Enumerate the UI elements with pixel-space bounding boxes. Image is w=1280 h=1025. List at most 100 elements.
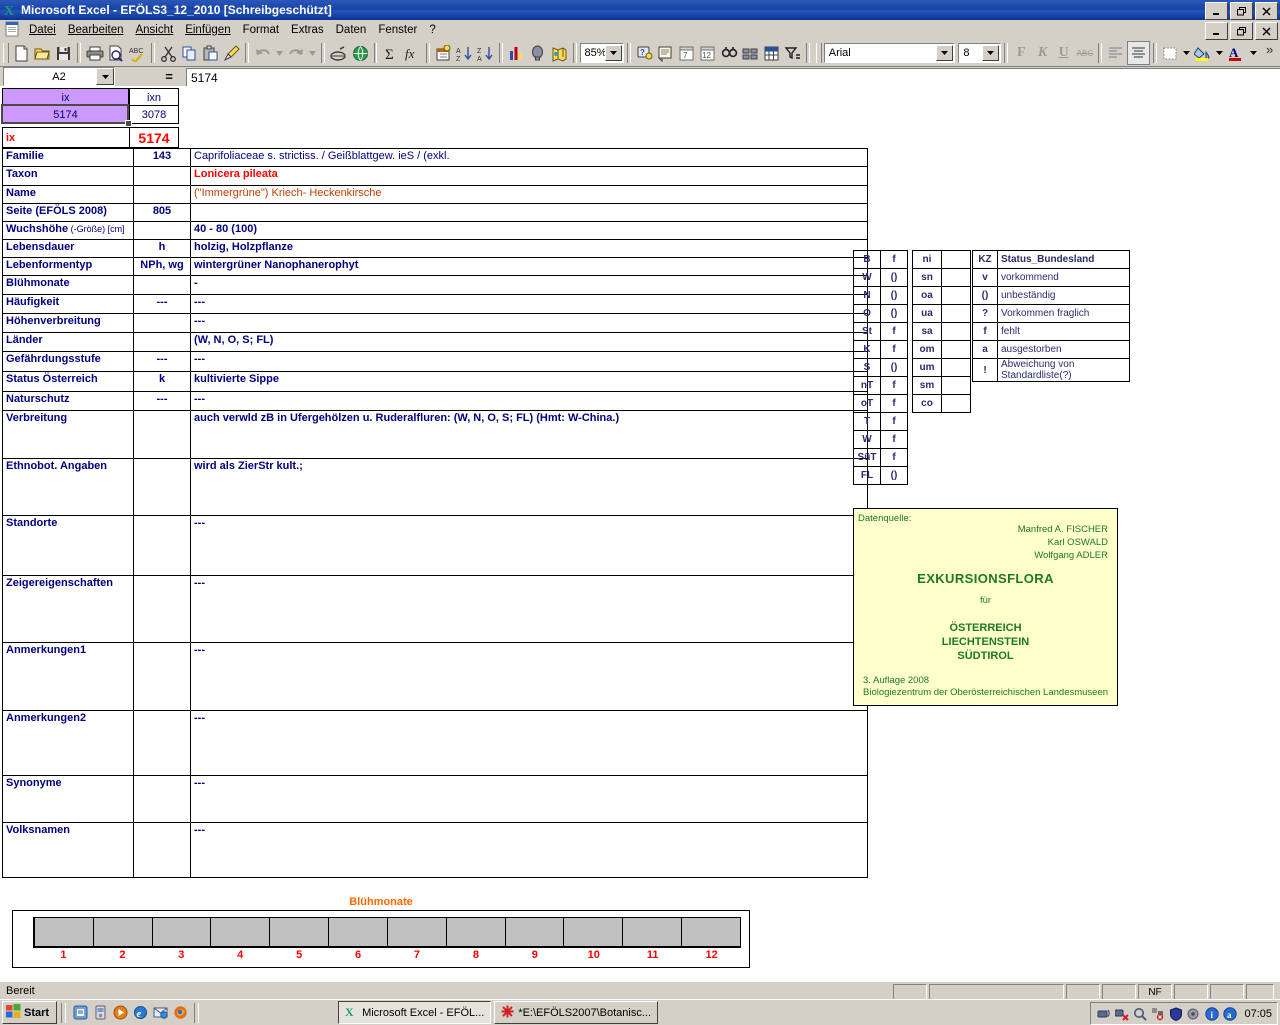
- menu-item-einfuegen[interactable]: Einfügen: [179, 22, 236, 38]
- record-code-cell[interactable]: [133, 822, 191, 878]
- record-label-cell[interactable]: Status Österreich: [2, 371, 134, 392]
- record-code-cell[interactable]: [133, 221, 191, 240]
- plant-record-row[interactable]: Anmerkungen1 ---: [2, 642, 868, 711]
- italic-button[interactable]: K: [1032, 42, 1053, 64]
- workbook-icon[interactable]: [3, 21, 23, 39]
- bluehmonate-chart[interactable]: 1 2 3 4 5 6 7 8 9 10 11 12: [12, 910, 750, 968]
- drawing-icon[interactable]: [527, 42, 548, 64]
- record-code-cell[interactable]: [133, 458, 191, 516]
- split-window-icon[interactable]: [740, 42, 761, 64]
- record-label-cell[interactable]: Ethnobot. Angaben: [2, 458, 134, 516]
- record-value-cell[interactable]: ("Immergrüne") Kriech- Heckenkirsche: [190, 185, 868, 204]
- record-label-cell[interactable]: Höhenverbreitung: [2, 313, 134, 333]
- bundesland-code-row[interactable]: S(): [853, 358, 908, 377]
- taskbar-item-excel[interactable]: X Microsoft Excel - EFÖL...: [338, 1001, 492, 1024]
- region-code-row[interactable]: um: [912, 358, 971, 377]
- status-bundesland-row[interactable]: a ausgestorben: [972, 340, 1130, 359]
- record-code-cell[interactable]: [133, 410, 191, 459]
- underline-button[interactable]: U: [1053, 42, 1074, 64]
- formula-input[interactable]: 5174: [186, 68, 1280, 86]
- menu-item-help[interactable]: ?: [423, 22, 441, 38]
- font-color-dropdown-icon[interactable]: [1247, 43, 1259, 63]
- record-label-cell[interactable]: Naturschutz: [2, 391, 134, 411]
- record-value-cell[interactable]: holzig, Holzpflanze: [190, 239, 868, 258]
- bundesland-code-row[interactable]: SüT f: [853, 448, 908, 467]
- plant-record-row[interactable]: Status Österreich k kultivierte Sippe: [2, 371, 868, 392]
- region-code-row[interactable]: sm: [912, 376, 971, 395]
- record-label-cell[interactable]: Anmerkungen2: [2, 710, 134, 776]
- calendar-icon[interactable]: 7: [676, 42, 697, 64]
- record-code-cell[interactable]: [133, 275, 191, 295]
- record-value-cell[interactable]: ---: [190, 822, 868, 878]
- record-value-cell[interactable]: Lonicera pileata: [190, 166, 868, 186]
- record-code-cell[interactable]: [133, 166, 191, 186]
- save-icon[interactable]: [53, 42, 74, 64]
- region-code-row[interactable]: sa: [912, 322, 971, 341]
- format-painter-icon[interactable]: [221, 42, 242, 64]
- document-minimize-button[interactable]: [1205, 22, 1228, 40]
- zoom-combo[interactable]: 85%: [579, 43, 624, 63]
- record-value-cell[interactable]: -: [190, 275, 868, 295]
- plant-record-row[interactable]: Lebenformentyp NPh, wg wintergrüner Nanoph…: [2, 257, 868, 276]
- bundesland-code-row[interactable]: O(): [853, 304, 908, 323]
- record-value-cell[interactable]: ---: [190, 351, 868, 372]
- status-bundesland-row[interactable]: f fehlt: [972, 322, 1130, 341]
- plant-record-row[interactable]: Taxon Lonicera pileata: [2, 166, 868, 186]
- status-bundesland-row[interactable]: () unbeständig: [972, 286, 1130, 305]
- plant-record-row[interactable]: Synonyme ---: [2, 775, 868, 823]
- fill-color-icon[interactable]: [1193, 42, 1214, 64]
- sort-ascending-icon[interactable]: AZ: [454, 42, 475, 64]
- cell-ix-label[interactable]: ix: [2, 127, 132, 148]
- record-value-cell[interactable]: kultivierte Sippe: [190, 371, 868, 392]
- region-code-row[interactable]: ua: [912, 304, 971, 323]
- bundesland-code-row[interactable]: N(): [853, 286, 908, 305]
- strikethrough-button[interactable]: ABC: [1074, 42, 1095, 64]
- network-error-icon[interactable]: [1114, 1006, 1129, 1021]
- plant-record-row[interactable]: Seite (EFÖLS 2008) 805: [2, 203, 868, 222]
- bundesland-code-row[interactable]: oT f: [853, 394, 908, 413]
- plant-record-row[interactable]: Ethnobot. Angaben wird als ZierStr kult.;: [2, 458, 868, 516]
- plant-record-row[interactable]: Lebensdauer h holzig, Holzpflanze: [2, 239, 868, 258]
- minimize-button[interactable]: [1205, 2, 1228, 20]
- plant-record-row[interactable]: Anmerkungen2 ---: [2, 710, 868, 776]
- undo-dropdown-icon[interactable]: [273, 43, 285, 63]
- record-code-cell[interactable]: [133, 313, 191, 333]
- bold-button[interactable]: F: [1011, 42, 1032, 64]
- sort-descending-icon[interactable]: ZA: [475, 42, 496, 64]
- menu-item-extras[interactable]: Extras: [285, 22, 330, 38]
- record-value-cell[interactable]: ---: [190, 710, 868, 776]
- record-label-cell[interactable]: Gefährdungsstufe: [2, 351, 134, 372]
- record-label-cell[interactable]: Standorte: [2, 515, 134, 576]
- record-label-cell[interactable]: Verbreitung: [2, 410, 134, 459]
- menu-item-datei[interactable]: Datei: [23, 22, 62, 38]
- comment-icon[interactable]: [655, 42, 676, 64]
- record-value-cell[interactable]: ---: [190, 775, 868, 823]
- filter-icon[interactable]: [782, 42, 803, 64]
- record-label-cell[interactable]: Blühmonate: [2, 275, 134, 295]
- taskbar-item-editor[interactable]: *E:\EFÖLS2007\Botanisc...: [494, 1001, 658, 1024]
- record-code-cell[interactable]: ---: [133, 294, 191, 314]
- record-label-cell[interactable]: Name: [2, 185, 134, 204]
- record-value-cell[interactable]: [190, 203, 868, 222]
- show-desktop-icon[interactable]: [70, 1003, 90, 1023]
- menu-item-ansicht[interactable]: Ansicht: [129, 22, 179, 38]
- adobe-icon[interactable]: a: [1222, 1006, 1237, 1021]
- record-label-cell[interactable]: Häufigkeit: [2, 294, 134, 314]
- defender-icon[interactable]: [1150, 1006, 1165, 1021]
- plant-record-row[interactable]: Länder (W, N, O, S; FL): [2, 332, 868, 352]
- menu-item-format[interactable]: Format: [237, 22, 285, 38]
- bundesland-code-row[interactable]: Kf: [853, 340, 908, 359]
- volume-icon[interactable]: [1186, 1006, 1201, 1021]
- record-code-cell[interactable]: [133, 710, 191, 776]
- redo-dropdown-icon[interactable]: [306, 43, 318, 63]
- bundesland-code-row[interactable]: Tf: [853, 412, 908, 431]
- record-value-cell[interactable]: ---: [190, 391, 868, 411]
- region-code-row[interactable]: co: [912, 394, 971, 413]
- plant-record-row[interactable]: Blühmonate -: [2, 275, 868, 295]
- cut-icon[interactable]: [158, 42, 179, 64]
- plant-record-row[interactable]: Verbreitung auch verwld zB in Ufergehölze…: [2, 410, 868, 459]
- font-name-dropdown-icon[interactable]: [935, 45, 953, 61]
- document-restore-button[interactable]: [1230, 22, 1253, 40]
- record-value-cell[interactable]: auch verwld zB in Ufergehölzen u. Rudera…: [190, 410, 868, 459]
- paste-icon[interactable]: [200, 42, 221, 64]
